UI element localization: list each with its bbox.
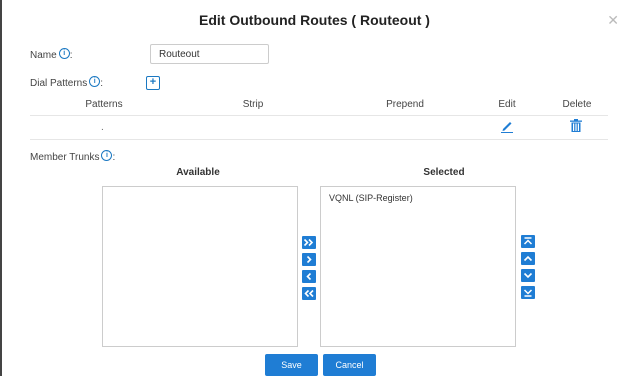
member-trunks-label-group: Member Trunks i: (30, 150, 116, 164)
move-up-button[interactable] (521, 252, 535, 265)
move-right-button[interactable] (302, 253, 316, 266)
move-to-bottom-button[interactable] (521, 286, 535, 299)
edit-outbound-route-dialog: Edit Outbound Routes ( Routeout ) ✕ Name… (0, 0, 629, 376)
member-trunks-label-colon: : (112, 152, 116, 164)
table-cell-pattern: . (101, 122, 104, 133)
move-down-button[interactable] (521, 269, 535, 282)
name-input[interactable] (150, 44, 269, 64)
name-label-colon: : (69, 50, 73, 62)
edit-icon[interactable] (501, 119, 513, 133)
column-header-edit: Edit (498, 99, 516, 110)
column-header-delete: Delete (562, 99, 592, 110)
name-label: Name (30, 50, 57, 62)
dial-patterns-label: Dial Patterns (30, 78, 88, 90)
selected-trunks-list[interactable]: VQNL (SIP-Register) (320, 186, 516, 347)
available-trunks-list[interactable] (102, 186, 298, 347)
available-header: Available (176, 167, 220, 178)
close-icon[interactable]: ✕ (607, 13, 619, 27)
cancel-button[interactable]: Cancel (323, 354, 376, 376)
name-label-group: Name i: (30, 48, 73, 62)
list-item[interactable]: VQNL (SIP-Register) (321, 187, 515, 203)
window-edge (0, 0, 2, 376)
column-header-patterns: Patterns (85, 99, 123, 110)
move-left-button[interactable] (302, 270, 316, 283)
info-icon[interactable]: i (89, 76, 101, 87)
table-row-divider (30, 139, 608, 140)
column-header-strip: Strip (242, 99, 264, 110)
member-trunks-label: Member Trunks (30, 152, 100, 164)
add-dial-pattern-button[interactable]: + (146, 76, 160, 90)
info-icon[interactable]: i (101, 150, 113, 161)
move-to-top-button[interactable] (521, 235, 535, 248)
save-button[interactable]: Save (265, 354, 318, 376)
table-header-divider (30, 115, 608, 116)
move-all-right-button[interactable] (302, 236, 316, 249)
column-header-prepend: Prepend (386, 99, 424, 110)
selected-header: Selected (423, 167, 465, 178)
dial-patterns-label-group: Dial Patterns i: (30, 76, 104, 90)
info-icon[interactable]: i (58, 48, 70, 59)
trash-icon[interactable] (570, 119, 582, 132)
move-all-left-button[interactable] (302, 287, 316, 300)
dialog-title: Edit Outbound Routes ( Routeout ) (199, 12, 430, 28)
dial-patterns-label-colon: : (100, 78, 104, 90)
